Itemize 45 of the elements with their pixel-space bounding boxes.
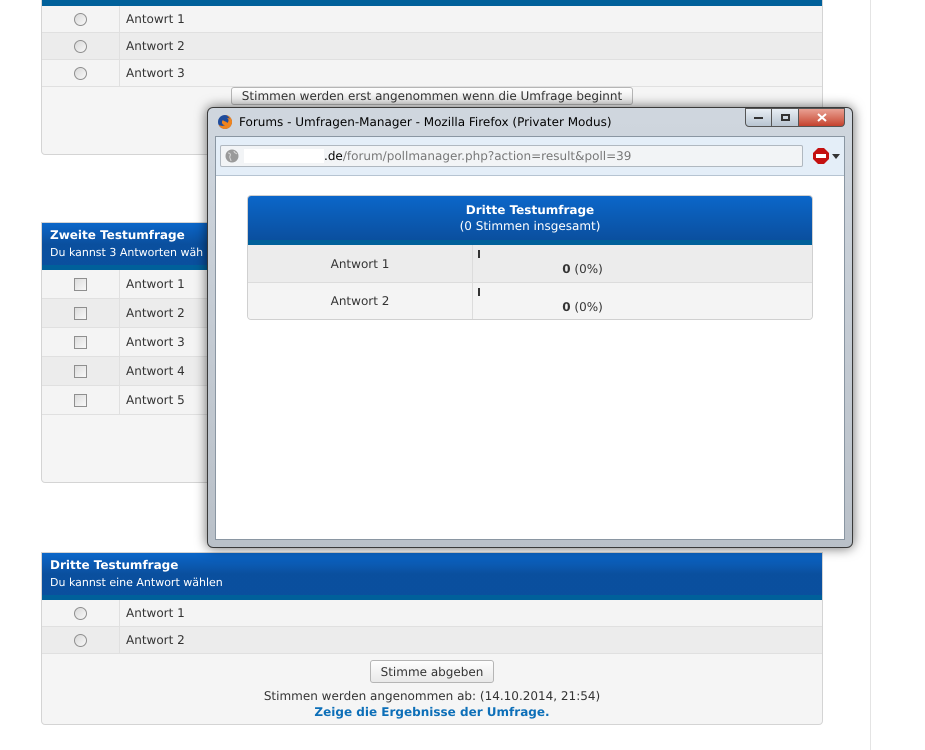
- answer-label: Antwort 3: [125, 334, 185, 351]
- checkbox[interactable]: [74, 364, 87, 378]
- address-bar[interactable]: .de/forum/pollmanager.php?action=result&poll=39: [220, 145, 803, 167]
- answer-label: Antwort 2: [125, 305, 185, 322]
- checkbox[interactable]: [74, 394, 87, 406]
- globe-icon: [225, 149, 239, 163]
- adblock-icon: [813, 148, 829, 164]
- answer-label: Antwort 2: [125, 632, 185, 649]
- radio-button[interactable]: [74, 634, 87, 646]
- radio-button[interactable]: [74, 606, 87, 620]
- results-link[interactable]: Zeige die Ergebnisse der Umfrage.: [314, 704, 550, 720]
- close-button[interactable]: [799, 108, 845, 127]
- answer-label: Antwort 2: [248, 283, 473, 319]
- dropdown-arrow-icon[interactable]: [832, 154, 840, 158]
- url-host: .de: [324, 148, 343, 165]
- notice-button[interactable]: Stimmen werden erst angenommen wenn die Umfrage beginnt: [230, 87, 634, 105]
- answer-label: Antowrt 1: [125, 11, 185, 28]
- answer-label: Antwort 3: [125, 65, 185, 82]
- vote-count: 0 (0%): [562, 299, 603, 316]
- answer-label: Antwort 1: [125, 605, 185, 622]
- answer-label: Antwort 1: [125, 276, 185, 293]
- radio-button[interactable]: [74, 40, 87, 52]
- start-note: Stimmen werden angenommen ab: (14.10.2014, 21:54): [264, 689, 600, 704]
- radio-button[interactable]: [74, 12, 87, 26]
- vote-count: 0 (0%): [562, 261, 603, 278]
- poll-title: Dritte Testumfrage: [50, 557, 178, 574]
- maximize-button[interactable]: [772, 108, 799, 127]
- window-title: Forums - Umfragen-Manager - Mozilla Firefox (Privater Modus): [239, 114, 612, 131]
- close-icon: [816, 113, 826, 122]
- poll-subtitle: Du kannst eine Antwort wählen: [50, 575, 223, 591]
- browser-logo-icon: [217, 114, 233, 130]
- answer-label: Antwort 5: [125, 392, 185, 409]
- minimize-button[interactable]: [745, 108, 772, 127]
- radio-button[interactable]: [74, 66, 87, 80]
- poll-subtitle: Du kannst 3 Antworten wäh: [50, 245, 204, 261]
- results-subtitle: (0 Stimmen insgesamt): [460, 218, 600, 234]
- checkbox[interactable]: [74, 306, 87, 320]
- answer-label: Antwort 2: [125, 38, 185, 55]
- checkbox[interactable]: [74, 336, 87, 348]
- vote-button[interactable]: Stimme abgeben: [370, 660, 494, 683]
- answer-label: Antwort 4: [125, 363, 185, 380]
- poll-title: Zweite Testumfrage: [50, 227, 185, 244]
- checkbox[interactable]: [74, 278, 87, 290]
- results-title: Dritte Testumfrage: [466, 202, 594, 218]
- url-path: /forum/pollmanager.php?action=result&poll=39: [342, 148, 632, 165]
